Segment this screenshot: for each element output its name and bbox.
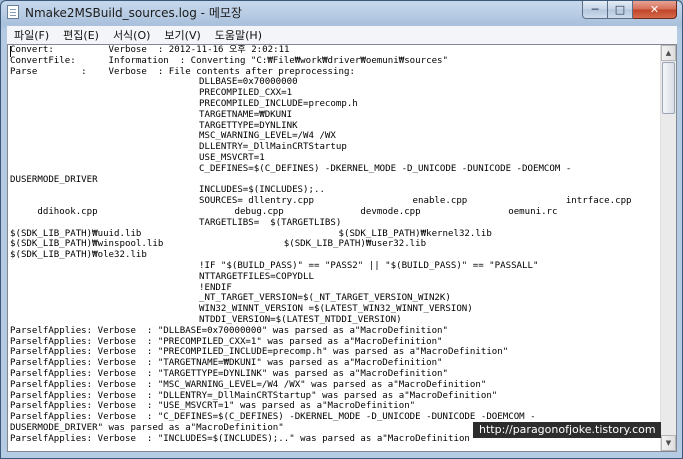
menu-bar: 파일(F) 편집(E) 서식(O) 보기(V) 도움말(H): [7, 26, 677, 44]
title-bar[interactable]: Nmake2MSBuild_sources.log - 메모장 ─ □ ✕: [1, 1, 682, 23]
text-line: ParselfApplies: Verbose : "TARGETNAME=₩D…: [10, 358, 443, 369]
text-line: DUSERMODE_DRIVER: [10, 174, 98, 185]
text-line: PRECOMPILED_CXX=1: [199, 88, 293, 99]
text-line: WIN32_WINNT_VERSION =$(LATEST_WIN32_WINN…: [199, 304, 473, 315]
text-editor[interactable]: Convert: Verbose : 2012-11-16 오후 2:02:11…: [7, 44, 677, 452]
text-line: DUSERMODE_DRIVER" was parsed as a"MacroD…: [10, 423, 284, 433]
window-title: Nmake2MSBuild_sources.log - 메모장: [25, 6, 242, 20]
text-line: ParselfApplies: Verbose : "DLLENTRY=_Dll…: [10, 390, 498, 401]
minimize-button[interactable]: ─: [582, 1, 608, 19]
text-line: Parse : Verbose : File contents after pr…: [10, 66, 355, 77]
text-line: ConvertFile: Information : Converting "C…: [10, 55, 448, 66]
text-line: $(SDK_LIB_PATH)₩ole32.lib: [10, 250, 147, 261]
text-line: DLLENTRY=_DllMainCRTStartup: [199, 142, 347, 153]
text-line: Convert: Verbose : 2012-11-16 오후 2:02:11: [10, 45, 290, 55]
text-line: INCLUDES=$(INCLUDES);..: [199, 185, 325, 196]
menu-file[interactable]: 파일(F): [7, 27, 56, 43]
text-line: _NT_TARGET_VERSION=$(_NT_TARGET_VERSION_…: [199, 293, 451, 304]
text-line: TARGETNAME=₩DKUNI: [199, 109, 293, 120]
menu-help[interactable]: 도움말(H): [208, 27, 269, 43]
text-content[interactable]: Convert: Verbose : 2012-11-16 오후 2:02:11…: [10, 45, 658, 451]
text-line: C_DEFINES=$(C_DEFINES) -DKERNEL_MODE -D_…: [199, 163, 572, 174]
text-line: !IF "$(BUILD_PASS)" == "PASS2" || "$(BUI…: [199, 261, 539, 271]
close-button[interactable]: ✕: [633, 1, 677, 19]
caption-buttons: ─ □ ✕: [582, 1, 677, 20]
maximize-button[interactable]: □: [608, 1, 633, 19]
scroll-down-button[interactable]: ▼: [661, 435, 676, 451]
text-line: ParselfApplies: Verbose : "DLLBASE=0x700…: [10, 325, 448, 336]
menu-edit[interactable]: 편집(E): [56, 27, 106, 43]
text-line: TARGETLIBS= $(TARGETLIBS): [199, 217, 342, 228]
text-line: ParselfApplies: Verbose : "INCLUDES=$(IN…: [10, 433, 470, 444]
text-line: $(SDK_LIB_PATH)₩uuid.lib $(SDK_LIB_PATH)…: [10, 228, 492, 239]
text-line: TARGETTYPE=DYNLINK: [199, 120, 298, 131]
scroll-thumb[interactable]: [662, 62, 675, 114]
text-line: SOURCES= dllentry.cpp enable.cpp intrfac…: [199, 196, 632, 207]
text-line: ParselfApplies: Verbose : "MSC_WARNING_L…: [10, 379, 487, 390]
text-line: NTTARGETFILES=COPYDLL: [199, 271, 314, 282]
menu-format[interactable]: 서식(O): [106, 27, 157, 43]
text-line: NTDDI_VERSION=$(LATEST_NTDDI_VERSION): [199, 315, 402, 325]
notepad-window: Nmake2MSBuild_sources.log - 메모장 ─ □ ✕ 파일…: [0, 0, 683, 459]
text-line: ParselfApplies: Verbose : "PRECOMPILED_I…: [10, 347, 509, 358]
scroll-up-button[interactable]: ▲: [661, 45, 676, 61]
text-line: PRECOMPILED_INCLUDE=precomp.h: [199, 99, 358, 109]
text-line: ParselfApplies: Verbose : "USE_MSVCRT=1"…: [10, 401, 416, 412]
text-line: ParselfApplies: Verbose : "C_DEFINES=$(C…: [10, 412, 536, 423]
text-line: $(SDK_LIB_PATH)₩winspool.lib $(SDK_LIB_P…: [10, 239, 427, 250]
text-line: !ENDIF: [199, 282, 232, 293]
notepad-icon[interactable]: [7, 5, 19, 19]
text-line: MSC_WARNING_LEVEL=/W4 /WX: [199, 131, 336, 142]
vertical-scrollbar[interactable]: ▲ ▼: [660, 45, 676, 451]
watermark-url: http://paragonofjoke.tistory.com: [473, 422, 661, 438]
menu-view[interactable]: 보기(V): [157, 27, 207, 43]
text-line: USE_MSVCRT=1: [199, 153, 265, 163]
text-line: DLLBASE=0x70000000: [199, 77, 298, 88]
text-line: ddihook.cpp debug.cpp devmode.cpp oemuni…: [10, 207, 558, 217]
text-caret: [10, 46, 11, 57]
text-line: ParselfApplies: Verbose : "TARGETTYPE=DY…: [10, 369, 448, 379]
text-line: ParselfApplies: Verbose : "PRECOMPILED_C…: [10, 336, 443, 347]
